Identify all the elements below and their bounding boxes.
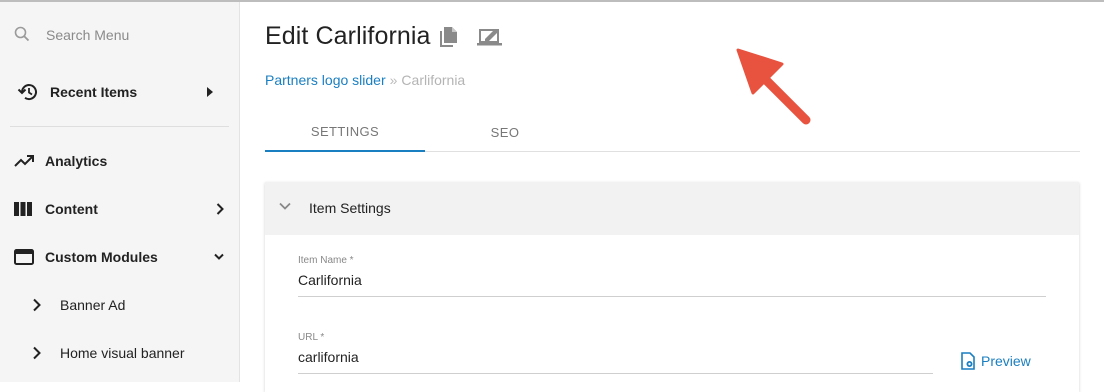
panel-header[interactable]: Item Settings bbox=[265, 182, 1079, 235]
main-content: Edit Carlifornia Partners logo slider» Ca… bbox=[240, 2, 1104, 392]
sidebar-item-home-visual-banner[interactable]: Home visual banner bbox=[0, 333, 240, 373]
tab-bar: SETTINGS SEO bbox=[265, 112, 1080, 152]
sidebar-item-custom-modules[interactable]: Custom Modules bbox=[0, 237, 240, 277]
url-field: URL * carlifornia bbox=[298, 332, 933, 374]
preview-label: Preview bbox=[981, 353, 1031, 369]
edit-window-icon[interactable] bbox=[477, 27, 503, 47]
search-bar bbox=[0, 12, 240, 54]
sidebar-item-banner-ad[interactable]: Banner Ad bbox=[0, 285, 240, 325]
item-name-label: Item Name * bbox=[298, 255, 354, 266]
sidebar-item-label: Analytics bbox=[45, 153, 108, 169]
trending-up-icon bbox=[14, 154, 34, 168]
item-name-input[interactable]: Carlifornia bbox=[298, 271, 1046, 297]
file-preview-icon bbox=[961, 352, 975, 370]
chevron-right-icon bbox=[32, 298, 41, 312]
url-input[interactable]: carlifornia bbox=[298, 348, 933, 374]
sidebar-divider bbox=[10, 126, 229, 127]
item-name-field: Item Name * Carlifornia bbox=[298, 255, 1046, 297]
breadcrumb-separator: » bbox=[389, 72, 398, 88]
sidebar-item-label: Recent Items bbox=[50, 84, 138, 100]
search-icon bbox=[14, 26, 30, 42]
sidebar-item-label: Banner Ad bbox=[60, 297, 126, 313]
sidebar-item-label: Content bbox=[45, 201, 98, 217]
breadcrumb-parent-link[interactable]: Partners logo slider bbox=[265, 72, 386, 88]
sidebar-item-content[interactable]: Content bbox=[0, 189, 240, 229]
breadcrumb-current: Carlifornia bbox=[401, 72, 466, 88]
chevron-right-icon bbox=[32, 346, 41, 360]
breadcrumb: Partners logo slider» Carlifornia bbox=[265, 72, 465, 88]
chevron-down-icon bbox=[279, 202, 291, 210]
chevron-down-icon bbox=[214, 253, 224, 261]
url-label: URL * bbox=[298, 332, 325, 343]
sidebar: Recent Items Analytics Content bbox=[0, 2, 240, 382]
columns-icon bbox=[14, 202, 32, 216]
window-icon bbox=[14, 249, 34, 265]
sidebar-item-label: Home visual banner bbox=[60, 345, 185, 361]
item-settings-panel: Item Settings Item Name * Carlifornia UR… bbox=[265, 182, 1079, 392]
preview-button[interactable]: Preview bbox=[960, 352, 1031, 370]
search-input[interactable] bbox=[46, 24, 226, 46]
annotation-arrow-icon bbox=[736, 48, 811, 125]
history-icon bbox=[17, 82, 39, 102]
tab-seo[interactable]: SEO bbox=[425, 112, 585, 152]
caret-right-icon bbox=[206, 87, 214, 97]
tab-settings[interactable]: SETTINGS bbox=[265, 112, 425, 152]
page-title: Edit Carlifornia bbox=[265, 22, 431, 50]
chevron-right-icon bbox=[216, 203, 224, 215]
sidebar-item-label: Custom Modules bbox=[45, 249, 158, 265]
sidebar-item-recent[interactable]: Recent Items bbox=[0, 72, 240, 112]
panel-title: Item Settings bbox=[309, 200, 391, 216]
sidebar-item-analytics[interactable]: Analytics bbox=[0, 141, 240, 181]
copy-icon[interactable] bbox=[439, 26, 459, 48]
